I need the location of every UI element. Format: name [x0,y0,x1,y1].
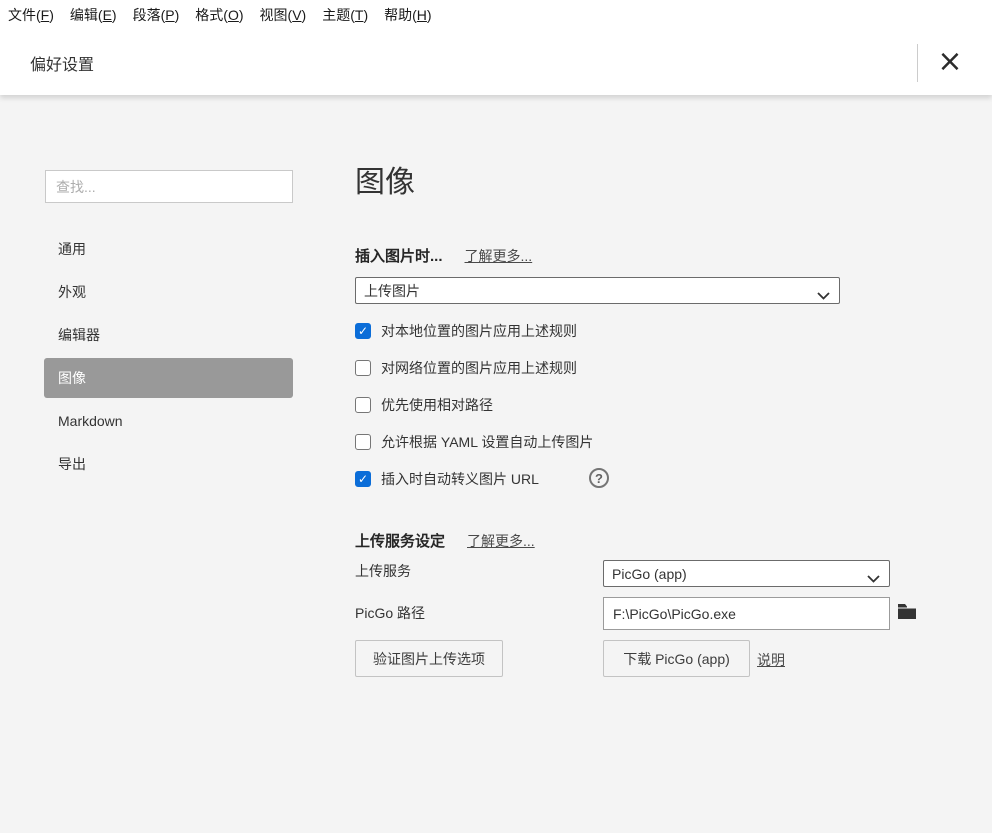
menu-edit[interactable]: 编辑(E) [70,5,117,25]
insert-action-select-value: 上传图片 [364,282,420,299]
dialog-titlebar: 偏好设置 × [0,30,992,95]
folder-icon[interactable] [897,603,917,623]
upload-service-select[interactable]: PicGo (app) [603,560,890,587]
checkbox-row-yaml-upload[interactable]: 允许根据 YAML 设置自动上传图片 [355,423,835,460]
menu-format[interactable]: 格式(O) [195,5,243,25]
menu-paragraph[interactable]: 段落(P) [133,5,180,25]
preferences-content: 通用 外观 编辑器 图像 Markdown 导出 图像 插入图片时... 了解更… [0,95,992,833]
checkbox[interactable] [355,396,371,413]
app-header: 文件(F) 编辑(E) 段落(P) 格式(O) 视图(V) 主题(T) 帮助(H… [0,0,992,95]
menu-help[interactable]: 帮助(H) [384,5,431,25]
sidebar-item-general[interactable]: 通用 [44,229,293,269]
page-title: 图像 [355,166,415,199]
sidebar-item-markdown[interactable]: Markdown [44,401,293,441]
checkbox-label: 允许根据 YAML 设置自动上传图片 [381,433,594,450]
titlebar-divider [917,44,918,82]
menu-file[interactable]: 文件(F) [8,5,54,25]
chevron-down-icon [867,570,880,586]
checkbox[interactable] [355,359,371,376]
sidebar-item-editor[interactable]: 编辑器 [44,315,293,355]
checkbox-label: 插入时自动转义图片 URL [381,470,539,487]
checkbox[interactable] [355,470,371,487]
checkbox-row-relative-path[interactable]: 优先使用相对路径 [355,386,835,423]
checkbox[interactable] [355,322,371,339]
help-icon[interactable]: ? [589,468,609,488]
sidebar-item-export[interactable]: 导出 [44,444,293,484]
checkbox-row-network-rules[interactable]: 对网络位置的图片应用上述规则 [355,349,835,386]
chevron-down-icon [817,287,830,303]
validate-upload-button[interactable]: 验证图片上传选项 [355,640,503,677]
upload-learn-more-link[interactable]: 了解更多... [467,531,535,551]
checkbox-label: 优先使用相对路径 [381,396,493,413]
upload-service-select-value: PicGo (app) [612,565,687,582]
menu-view[interactable]: 视图(V) [260,5,307,25]
picgo-help-link[interactable]: 说明 [757,650,785,670]
menu-theme[interactable]: 主题(T) [322,5,368,25]
insert-learn-more-link[interactable]: 了解更多... [465,246,533,266]
search-input[interactable] [45,170,293,203]
insert-image-section-title: 插入图片时... [355,248,443,265]
sidebar-item-image[interactable]: 图像 [44,358,293,398]
close-icon[interactable]: × [926,38,974,86]
download-picgo-button[interactable]: 下载 PicGo (app) [603,640,750,677]
checkbox[interactable] [355,433,371,450]
upload-section-header: 上传服务设定 了解更多... [355,530,535,551]
insert-action-select[interactable]: 上传图片 [355,277,840,304]
sidebar-item-appearance[interactable]: 外观 [44,272,293,312]
picgo-path-input[interactable] [603,597,890,630]
insert-image-section-header: 插入图片时... 了解更多... [355,245,532,266]
menu-bar: 文件(F) 编辑(E) 段落(P) 格式(O) 视图(V) 主题(T) 帮助(H… [0,0,992,30]
upload-service-label: 上传服务 [355,563,411,579]
checkbox-label: 对网络位置的图片应用上述规则 [381,359,577,376]
dialog-title: 偏好设置 [30,56,95,74]
picgo-path-label: PicGo 路径 [355,605,426,621]
sidebar-nav: 通用 外观 编辑器 图像 Markdown 导出 [44,229,293,487]
checkbox-label: 对本地位置的图片应用上述规则 [381,322,577,339]
upload-section-title: 上传服务设定 [355,533,446,550]
checkbox-row-local-rules[interactable]: 对本地位置的图片应用上述规则 [355,312,835,349]
